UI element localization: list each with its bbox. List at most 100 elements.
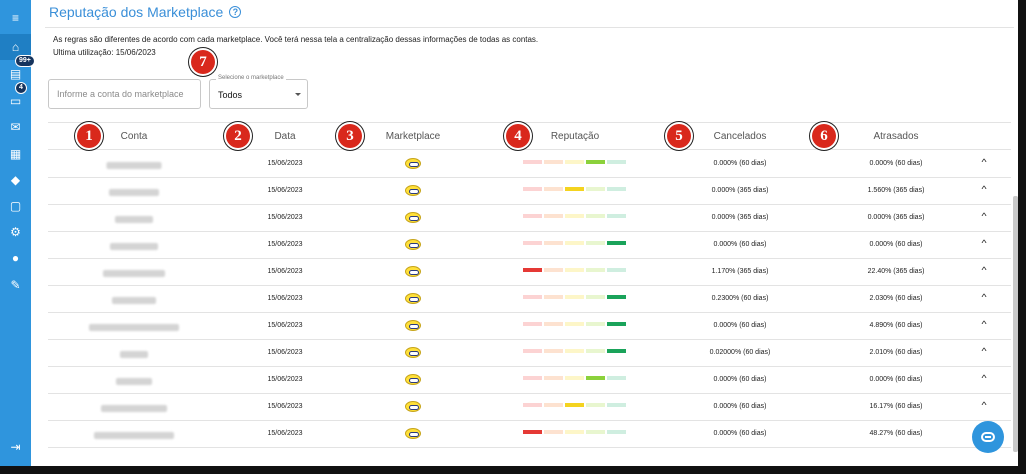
reputation-segment (523, 241, 542, 245)
reputation-segment (523, 295, 542, 299)
row-atrasados: 0.000% (60 dias) (869, 160, 923, 167)
reputation-segment (586, 295, 605, 299)
chevron-up-icon[interactable]: ^ (981, 400, 986, 410)
table-row[interactable]: 15/06/2023 0.000% (60 dias) 0.000% (60 dia… (48, 232, 1011, 259)
account-name-redacted (109, 189, 159, 196)
reputation-segment (586, 187, 605, 191)
row-cancelados: 0.000% (365 dias) (711, 214, 769, 221)
row-cancelados: 0.000% (60 dias) (713, 430, 767, 437)
row-cancelados: 0.000% (60 dias) (713, 376, 767, 383)
reputation-bar (523, 322, 627, 327)
mail-icon-glyph: ✉ (10, 120, 21, 134)
table-row[interactable]: 15/06/2023 0.000% (60 dias) 0.000% (60 dia… (48, 151, 1011, 178)
inbox-icon-glyph: ▤ (9, 67, 22, 81)
header-cancelados[interactable]: Cancelados (714, 131, 767, 142)
annotation-marker-6: 6 (812, 124, 836, 148)
reputation-segment (607, 160, 626, 164)
header-marketplace[interactable]: Marketplace (386, 131, 440, 142)
header-conta[interactable]: Conta (121, 131, 148, 142)
account-search-input[interactable]: Informe a conta do marketplace (48, 79, 201, 109)
reputation-segment (586, 430, 605, 434)
chevron-up-icon[interactable]: ^ (981, 346, 986, 356)
row-cancelados: 0.000% (365 dias) (711, 187, 769, 194)
row-date: 15/06/2023 (267, 376, 303, 383)
header-reputacao[interactable]: Reputação (551, 131, 599, 142)
marketplace-select[interactable]: Selecione o marketplace Todos (209, 75, 308, 109)
reputation-segment (565, 160, 584, 164)
chevron-up-icon[interactable]: ^ (981, 373, 986, 383)
table-row[interactable]: 15/06/2023 0.000% (60 dias) 48.27% (60 dia… (48, 421, 1011, 448)
chevron-up-icon[interactable]: ^ (981, 184, 986, 194)
annotation-marker-7: 7 (191, 50, 215, 74)
mail-icon[interactable]: ✉ (0, 114, 31, 140)
table-row[interactable]: 15/06/2023 0.000% (365 dias) 1.560% (365 d… (48, 178, 1011, 205)
table-row[interactable]: 15/06/2023 0.2300% (60 dias) 2.030% (60 di… (48, 286, 1011, 313)
reputation-segment (544, 295, 563, 299)
row-atrasados: 48.27% (60 dias) (869, 430, 923, 437)
wrench-icon[interactable]: ✎ (0, 272, 31, 298)
row-atrasados: 1.560% (365 dias) (867, 187, 925, 194)
table-row[interactable]: 15/06/2023 0.02000% (60 dias) 2.010% (60 d… (48, 340, 1011, 367)
reputation-bar (523, 376, 627, 381)
reputation-bar (523, 430, 627, 435)
home-icon-glyph: ⌂ (11, 40, 20, 54)
mercado-livre-logo-icon (405, 185, 421, 196)
gear-icon[interactable]: ⚙ (0, 219, 31, 245)
annotation-marker-3: 3 (338, 124, 362, 148)
table-row[interactable]: 15/06/2023 1.170% (365 dias) 22.40% (365 d… (48, 259, 1011, 286)
mercado-livre-logo-icon (405, 293, 421, 304)
page-title-text: Reputação dos Marketplace (49, 4, 224, 20)
reputation-segment (607, 268, 626, 272)
header-atrasados[interactable]: Atrasados (873, 131, 918, 142)
reputation-segment (523, 376, 542, 380)
graduation-cap-icon-glyph: ◆ (10, 173, 21, 187)
sidebar: ≡ ⌂ ▤ 99+ ▭ 4 ✉ ▦ ◆ ▢ ⚙ ● ✎ ⇥ (0, 0, 35, 466)
table-row[interactable]: 15/06/2023 0.000% (60 dias) 16.17% (60 dia… (48, 394, 1011, 421)
row-atrasados: 0.000% (60 dias) (869, 241, 923, 248)
row-date: 15/06/2023 (267, 268, 303, 275)
document-icon[interactable]: ▢ (0, 193, 31, 219)
chat-icon[interactable]: ▭ 4 (0, 82, 31, 114)
scrollbar[interactable] (1013, 196, 1018, 452)
row-atrasados: 0.000% (60 dias) (869, 376, 923, 383)
row-date: 15/06/2023 (267, 241, 303, 248)
reputation-segment (565, 403, 584, 407)
chevron-up-icon[interactable]: ^ (981, 265, 986, 275)
chevron-up-icon[interactable]: ^ (981, 238, 986, 248)
chat-widget-button[interactable] (972, 421, 1004, 453)
row-date: 15/06/2023 (267, 349, 303, 356)
menu-icon[interactable]: ≡ (0, 5, 31, 31)
graduation-cap-icon[interactable]: ◆ (0, 167, 31, 193)
logout-icon[interactable]: ⇥ (0, 434, 31, 460)
reputation-bar (523, 241, 627, 246)
table-row[interactable]: 15/06/2023 0.000% (365 dias) 0.000% (365 d… (48, 205, 1011, 232)
reputation-segment (544, 160, 563, 164)
question-circle-icon[interactable]: ? (229, 6, 242, 18)
chevron-up-icon[interactable]: ^ (981, 157, 986, 167)
reputation-segment (523, 268, 542, 272)
reputation-bar (523, 268, 627, 273)
reputation-bar (523, 349, 627, 354)
table-row[interactable]: 15/06/2023 0.000% (60 dias) 0.000% (60 dia… (48, 367, 1011, 394)
reputation-segment (565, 187, 584, 191)
account-name-redacted (112, 297, 156, 304)
header-data[interactable]: Data (274, 131, 295, 142)
mercado-livre-logo-icon (405, 320, 421, 331)
robot-icon[interactable]: ● (0, 245, 31, 271)
row-date: 15/06/2023 (267, 160, 303, 167)
caret-down-icon (295, 93, 301, 96)
chevron-up-icon[interactable]: ^ (981, 211, 986, 221)
table-row[interactable]: 15/06/2023 0.000% (60 dias) 4.890% (60 dia… (48, 313, 1011, 340)
row-cancelados: 1.170% (365 dias) (711, 268, 769, 275)
reputation-segment (544, 430, 563, 434)
chart-icon[interactable]: ▦ (0, 141, 31, 167)
chat-icon-glyph: ▭ (9, 94, 22, 108)
reputation-bar (523, 214, 627, 219)
row-cancelados: 0.000% (60 dias) (713, 241, 767, 248)
reputation-segment (544, 187, 563, 191)
chevron-up-icon[interactable]: ^ (981, 292, 986, 302)
reputation-segment (544, 322, 563, 326)
chevron-up-icon[interactable]: ^ (981, 319, 986, 329)
account-name-redacted (110, 243, 158, 250)
row-date: 15/06/2023 (267, 187, 303, 194)
